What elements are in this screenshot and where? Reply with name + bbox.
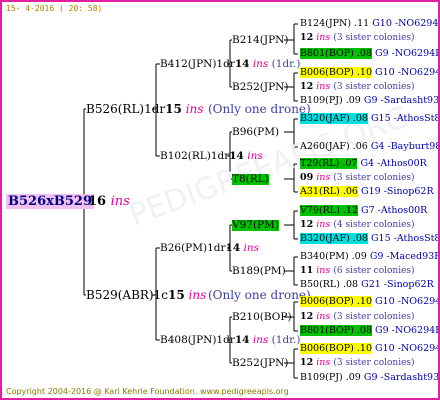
- leaf-b320-mid[interactable]: B320(JAF) .08 G15 -AthosSt80R: [300, 233, 438, 244]
- leaf-b124[interactable]: B124(JPN) .11 G10 -NO6294R: [300, 19, 438, 29]
- header-date: 15- 4-2016 ( 20: 58): [6, 4, 103, 13]
- node-b529-note: (Only one drone): [208, 288, 311, 302]
- node-v97[interactable]: V97(PM): [232, 220, 279, 231]
- note-v97: 12 ins (4 sister colonies): [300, 219, 415, 230]
- leaf-b801-top[interactable]: B801(BOP) .08 G9 -NO6294R: [300, 48, 438, 59]
- pedigree-frame: PEDIGREEAPIS.ORG 15- 4-2016 ( 20: 58) B5…: [0, 0, 440, 400]
- node-t8[interactable]: T8(RL): [232, 174, 269, 185]
- leaf-b109-top[interactable]: B109(PJ) .09 G9 -Sardasht93R: [300, 96, 438, 106]
- node-b96[interactable]: B96(PM): [232, 127, 279, 138]
- leaf-b340[interactable]: B340(PM) .09 G9 -Maced93R: [300, 252, 438, 262]
- node-b529[interactable]: B529(ABR)1c15 ins: [86, 289, 206, 301]
- leaf-b50[interactable]: B50(RL) .08 G21 -Sinop62R: [300, 280, 434, 290]
- copyright-footer: Copyright 2004-2016 @ Karl Kehrle Founda…: [6, 387, 289, 396]
- leaf-a31[interactable]: A31(RL) .06 G19 -Sinop62R: [300, 186, 434, 197]
- note-b210: 12 ins (3 sister colonies): [300, 311, 415, 322]
- node-b408[interactable]: B408(JPN)1dr14 ins (1dr.): [160, 335, 300, 346]
- note-b252-bottom: 12 ins (3 sister colonies): [300, 357, 415, 368]
- leaf-b006-1[interactable]: B006(BOP) .10 G10 -NO6294R: [300, 67, 438, 78]
- node-b252-top[interactable]: B252(JPN): [232, 82, 288, 93]
- leaf-t29[interactable]: T29(RL) .07 G4 -Athos00R: [300, 158, 427, 169]
- node-b189[interactable]: B189(PM): [232, 266, 286, 277]
- note-t8: 09 ins (3 sister colonies): [300, 172, 415, 183]
- root-queen[interactable]: B526xB529: [6, 194, 94, 209]
- node-b210[interactable]: B210(BOP): [232, 312, 292, 323]
- root-gen-count: 16 ins: [88, 194, 130, 209]
- node-b26[interactable]: B26(PM)1dr14 ins: [160, 243, 259, 254]
- leaf-b801-bottom[interactable]: B801(BOP) .08 G9 -NO6294R: [300, 325, 438, 336]
- leaf-a260[interactable]: A260(JAF) .06 G4 -Bayburt98-3: [300, 142, 438, 152]
- leaf-v79[interactable]: V79(RL) .12 G7 -Athos00R: [300, 205, 427, 216]
- note-b189: 11 ins (6 sister colonies): [300, 265, 415, 276]
- node-b526[interactable]: B526(RL)1dr15 ins: [86, 103, 203, 115]
- leaf-b006-3[interactable]: B006(BOP) .10 G10 -NO6294R: [300, 343, 438, 354]
- leaf-b006-2[interactable]: B006(BOP) .10 G10 -NO6294R: [300, 296, 438, 307]
- node-b252-bottom[interactable]: B252(JPN): [232, 358, 288, 369]
- node-b412[interactable]: B412(JPN)1dr14 ins (1dr.): [160, 59, 300, 70]
- note-b252-top: 12 ins (3 sister colonies): [300, 81, 415, 92]
- note-b214: 12 ins (3 sister colonies): [300, 32, 415, 43]
- node-b526-note: (Only one drone): [208, 102, 311, 116]
- node-b102[interactable]: B102(RL)1dr14 ins: [160, 151, 263, 162]
- leaf-b320-top[interactable]: B320(JAF) .08 G15 -AthosSt80R: [300, 113, 438, 124]
- leaf-b109-bottom[interactable]: B109(PJ) .09 G9 -Sardasht93R: [300, 373, 438, 383]
- node-b214[interactable]: B214(JPN): [232, 35, 288, 46]
